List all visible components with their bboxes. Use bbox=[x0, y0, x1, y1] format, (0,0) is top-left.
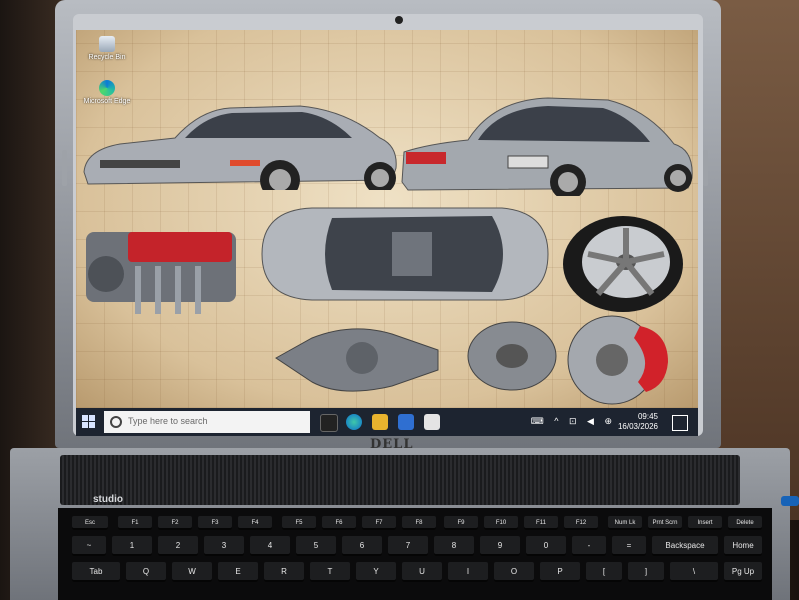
notification-icon[interactable] bbox=[672, 415, 688, 431]
key-right-bracket[interactable]: ] bbox=[628, 562, 664, 582]
search-icon bbox=[110, 416, 122, 428]
bezel-clip-left bbox=[62, 150, 67, 186]
key-f9[interactable]: F9 bbox=[444, 516, 478, 530]
key-2[interactable]: 2 bbox=[158, 536, 198, 556]
key-w[interactable]: W bbox=[172, 562, 212, 582]
gearbox-illustration bbox=[275, 328, 439, 392]
key-3[interactable]: 3 bbox=[204, 536, 244, 556]
key-8[interactable]: 8 bbox=[434, 536, 474, 556]
model-label: studio bbox=[93, 494, 123, 505]
clock-date: 16/03/2026 bbox=[617, 422, 658, 431]
key-minus[interactable]: - bbox=[572, 536, 606, 556]
store-icon[interactable] bbox=[398, 414, 414, 430]
engine-illustration bbox=[86, 232, 236, 314]
key-5[interactable]: 5 bbox=[296, 536, 336, 556]
recycle-bin-label: Recycle Bin bbox=[88, 54, 126, 61]
bezel-clip-right bbox=[703, 150, 708, 186]
key-backslash[interactable]: \ bbox=[670, 562, 718, 582]
keyboard: Esc F1 F2 F3 F4 F5 F6 F7 F8 F9 F10 F11 F… bbox=[58, 508, 772, 600]
key-esc[interactable]: Esc bbox=[72, 516, 108, 530]
taskbar-search-box[interactable]: Type here to search bbox=[104, 411, 310, 433]
brake-assembly-illustration bbox=[467, 315, 668, 405]
key-tab[interactable]: Tab bbox=[72, 562, 120, 582]
recycle-bin-shortcut[interactable]: Recycle Bin bbox=[82, 36, 132, 61]
key-f3[interactable]: F3 bbox=[198, 516, 232, 530]
system-tray-icons[interactable]: ⌨ ^ ⊡ ◀ ⊕ bbox=[531, 416, 616, 427]
key-i[interactable]: I bbox=[448, 562, 488, 582]
clock[interactable]: 09:45 16/03/2026 bbox=[618, 412, 658, 432]
start-button[interactable] bbox=[82, 415, 96, 429]
mail-icon[interactable] bbox=[424, 414, 440, 430]
car-rear-illustration bbox=[401, 97, 693, 196]
clock-time: 09:45 bbox=[637, 412, 658, 421]
key-o[interactable]: O bbox=[494, 562, 534, 582]
key-e[interactable]: E bbox=[218, 562, 258, 582]
key-tilde[interactable]: ~ bbox=[72, 536, 106, 556]
key-7[interactable]: 7 bbox=[388, 536, 428, 556]
key-backspace[interactable]: Backspace bbox=[652, 536, 718, 556]
key-printscreen[interactable]: Prnt Scrn bbox=[648, 516, 682, 530]
key-t[interactable]: T bbox=[310, 562, 350, 582]
key-p[interactable]: P bbox=[540, 562, 580, 582]
edge-icon[interactable] bbox=[346, 414, 362, 430]
key-f5[interactable]: F5 bbox=[282, 516, 316, 530]
key-equals[interactable]: = bbox=[612, 536, 646, 556]
key-r[interactable]: R bbox=[264, 562, 304, 582]
key-y[interactable]: Y bbox=[356, 562, 396, 582]
car-front-illustration bbox=[83, 105, 397, 190]
key-delete[interactable]: Delete bbox=[728, 516, 762, 530]
key-pageup[interactable]: Pg Up bbox=[724, 562, 762, 582]
folder-icon[interactable] bbox=[372, 414, 388, 430]
key-f10[interactable]: F10 bbox=[484, 516, 518, 530]
key-4[interactable]: 4 bbox=[250, 536, 290, 556]
car-top-illustration bbox=[261, 207, 549, 301]
desktop-wallpaper: Recycle Bin Microsoft Edge bbox=[76, 30, 698, 408]
key-f1[interactable]: F1 bbox=[118, 516, 152, 530]
task-view-icon[interactable] bbox=[320, 414, 338, 432]
key-f4[interactable]: F4 bbox=[238, 516, 272, 530]
key-6[interactable]: 6 bbox=[342, 536, 382, 556]
key-f11[interactable]: F11 bbox=[524, 516, 558, 530]
wheel-illustration bbox=[563, 216, 683, 312]
key-left-bracket[interactable]: [ bbox=[586, 562, 622, 582]
usb-cable bbox=[781, 496, 799, 506]
laptop-screen: Recycle Bin Microsoft Edge Type here to … bbox=[76, 30, 698, 436]
webcam bbox=[395, 16, 403, 24]
key-0[interactable]: 0 bbox=[526, 536, 566, 556]
taskbar: Type here to search ⌨ ^ ⊡ ◀ ⊕ 09:45 16/0… bbox=[76, 408, 698, 436]
key-f2[interactable]: F2 bbox=[158, 516, 192, 530]
key-f8[interactable]: F8 bbox=[402, 516, 436, 530]
key-1[interactable]: 1 bbox=[112, 536, 152, 556]
key-q[interactable]: Q bbox=[126, 562, 166, 582]
recycle-bin-icon bbox=[99, 36, 115, 52]
speaker-grille bbox=[60, 455, 740, 505]
search-placeholder: Type here to search bbox=[128, 416, 208, 426]
key-home[interactable]: Home bbox=[724, 536, 762, 556]
key-numlock[interactable]: Num Lk bbox=[608, 516, 642, 530]
key-9[interactable]: 9 bbox=[480, 536, 520, 556]
key-f12[interactable]: F12 bbox=[564, 516, 598, 530]
key-f6[interactable]: F6 bbox=[322, 516, 356, 530]
key-u[interactable]: U bbox=[402, 562, 442, 582]
key-f7[interactable]: F7 bbox=[362, 516, 396, 530]
key-insert[interactable]: Insert bbox=[688, 516, 722, 530]
